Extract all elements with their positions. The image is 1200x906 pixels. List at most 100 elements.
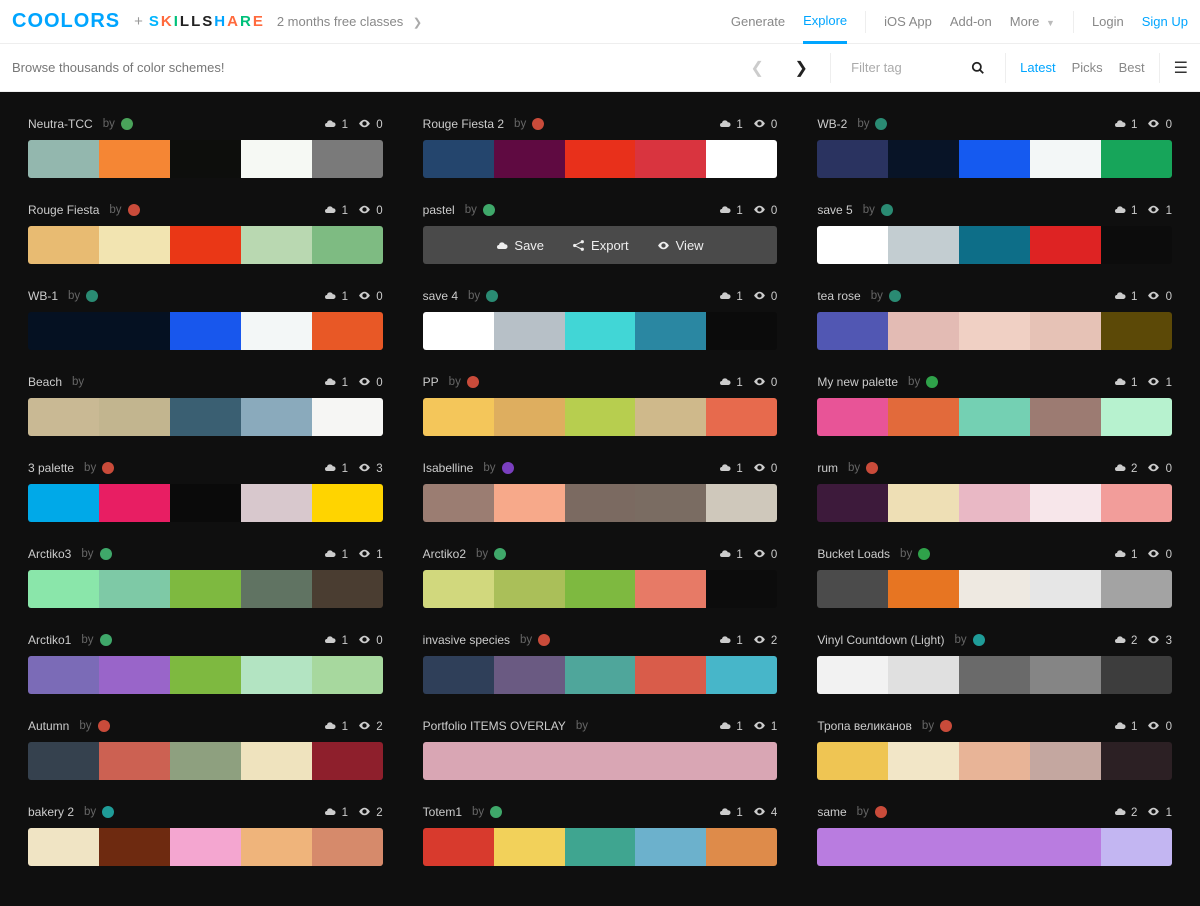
swatch[interactable] [312, 484, 383, 522]
swatch[interactable] [99, 398, 170, 436]
swatch[interactable] [706, 656, 777, 694]
swatch[interactable] [817, 312, 888, 350]
palette-card[interactable]: rumby 2 0 [817, 460, 1172, 522]
swatch[interactable] [817, 398, 888, 436]
swatch-row[interactable] [423, 398, 778, 436]
swatch[interactable] [1101, 140, 1172, 178]
save-button[interactable]: Save [496, 238, 544, 253]
palette-card[interactable]: save 4by 1 0 [423, 288, 778, 350]
swatch[interactable] [706, 828, 777, 866]
swatch[interactable] [565, 398, 636, 436]
author-avatar[interactable] [483, 204, 495, 216]
swatch-row[interactable] [423, 656, 778, 694]
swatch[interactable] [565, 828, 636, 866]
swatch-row[interactable] [423, 828, 778, 866]
swatch[interactable] [635, 484, 706, 522]
swatch[interactable] [312, 140, 383, 178]
nav-ios[interactable]: iOS App [884, 14, 932, 29]
swatch-row[interactable] [28, 570, 383, 608]
palette-card[interactable]: Totem1by 1 4 [423, 804, 778, 866]
palette-card[interactable]: Rouge Fiesta 2by 1 0 [423, 116, 778, 178]
palette-card[interactable]: sameby 2 1 [817, 804, 1172, 866]
author-avatar[interactable] [121, 118, 133, 130]
swatch[interactable] [706, 742, 777, 780]
swatch[interactable] [817, 484, 888, 522]
swatch[interactable] [241, 484, 312, 522]
palette-card[interactable]: Тропа великановby 1 0 [817, 718, 1172, 780]
swatch[interactable] [170, 226, 241, 264]
swatch[interactable] [494, 312, 565, 350]
author-avatar[interactable] [973, 634, 985, 646]
swatch[interactable] [241, 312, 312, 350]
author-avatar[interactable] [494, 548, 506, 560]
swatch[interactable] [423, 656, 494, 694]
swatch[interactable] [706, 312, 777, 350]
filter-tag-field[interactable] [845, 60, 991, 76]
author-avatar[interactable] [538, 634, 550, 646]
author-avatar[interactable] [866, 462, 878, 474]
swatch-row[interactable] [817, 484, 1172, 522]
swatch[interactable] [565, 484, 636, 522]
swatch[interactable] [423, 742, 494, 780]
swatch-row[interactable] [423, 140, 778, 178]
view-button[interactable]: View [657, 238, 704, 253]
swatch[interactable] [1030, 484, 1101, 522]
filter-input[interactable] [851, 60, 961, 75]
swatch[interactable] [635, 570, 706, 608]
swatch[interactable] [312, 570, 383, 608]
swatch[interactable] [312, 398, 383, 436]
swatch[interactable] [494, 742, 565, 780]
palette-card[interactable]: tea roseby 1 0 [817, 288, 1172, 350]
promo-link[interactable]: 2 months free classes ❯ [277, 14, 422, 29]
palette-card[interactable]: Autumnby 1 2 [28, 718, 383, 780]
palette-card[interactable]: Arctiko2by 1 0 [423, 546, 778, 608]
swatch[interactable] [1101, 570, 1172, 608]
swatch[interactable] [241, 226, 312, 264]
swatch[interactable] [170, 312, 241, 350]
author-avatar[interactable] [889, 290, 901, 302]
palette-card[interactable]: Isabellineby 1 0 [423, 460, 778, 522]
swatch[interactable] [1030, 742, 1101, 780]
swatch[interactable] [635, 398, 706, 436]
swatch-row[interactable] [423, 742, 778, 780]
author-avatar[interactable] [102, 462, 114, 474]
swatch[interactable] [28, 828, 99, 866]
swatch[interactable] [170, 484, 241, 522]
swatch[interactable] [1030, 140, 1101, 178]
swatch[interactable] [170, 140, 241, 178]
swatch[interactable] [959, 226, 1030, 264]
swatch-row[interactable] [28, 140, 383, 178]
swatch[interactable] [817, 742, 888, 780]
swatch[interactable] [241, 828, 312, 866]
swatch[interactable] [888, 570, 959, 608]
swatch[interactable] [99, 656, 170, 694]
palette-card[interactable]: PPby 1 0 [423, 374, 778, 436]
swatch[interactable] [170, 398, 241, 436]
swatch[interactable] [1030, 828, 1101, 866]
swatch[interactable] [817, 570, 888, 608]
palette-card[interactable]: bakery 2by 1 2 [28, 804, 383, 866]
author-avatar[interactable] [532, 118, 544, 130]
swatch-row[interactable] [817, 140, 1172, 178]
swatch[interactable] [28, 484, 99, 522]
author-avatar[interactable] [502, 462, 514, 474]
swatch[interactable] [888, 656, 959, 694]
swatch[interactable] [635, 656, 706, 694]
swatch[interactable] [1101, 312, 1172, 350]
swatch[interactable] [423, 312, 494, 350]
swatch[interactable] [241, 140, 312, 178]
swatch[interactable] [99, 742, 170, 780]
swatch[interactable] [170, 656, 241, 694]
swatch[interactable] [1030, 226, 1101, 264]
swatch[interactable] [99, 570, 170, 608]
page-next-button[interactable]: ❯ [786, 53, 816, 83]
swatch[interactable] [959, 742, 1030, 780]
sort-picks[interactable]: Picks [1072, 60, 1103, 75]
swatch[interactable] [28, 226, 99, 264]
swatch[interactable] [1030, 570, 1101, 608]
swatch[interactable] [888, 828, 959, 866]
swatch[interactable] [494, 570, 565, 608]
swatch[interactable] [312, 742, 383, 780]
palette-card[interactable]: save 5by 1 1 [817, 202, 1172, 264]
author-avatar[interactable] [875, 118, 887, 130]
